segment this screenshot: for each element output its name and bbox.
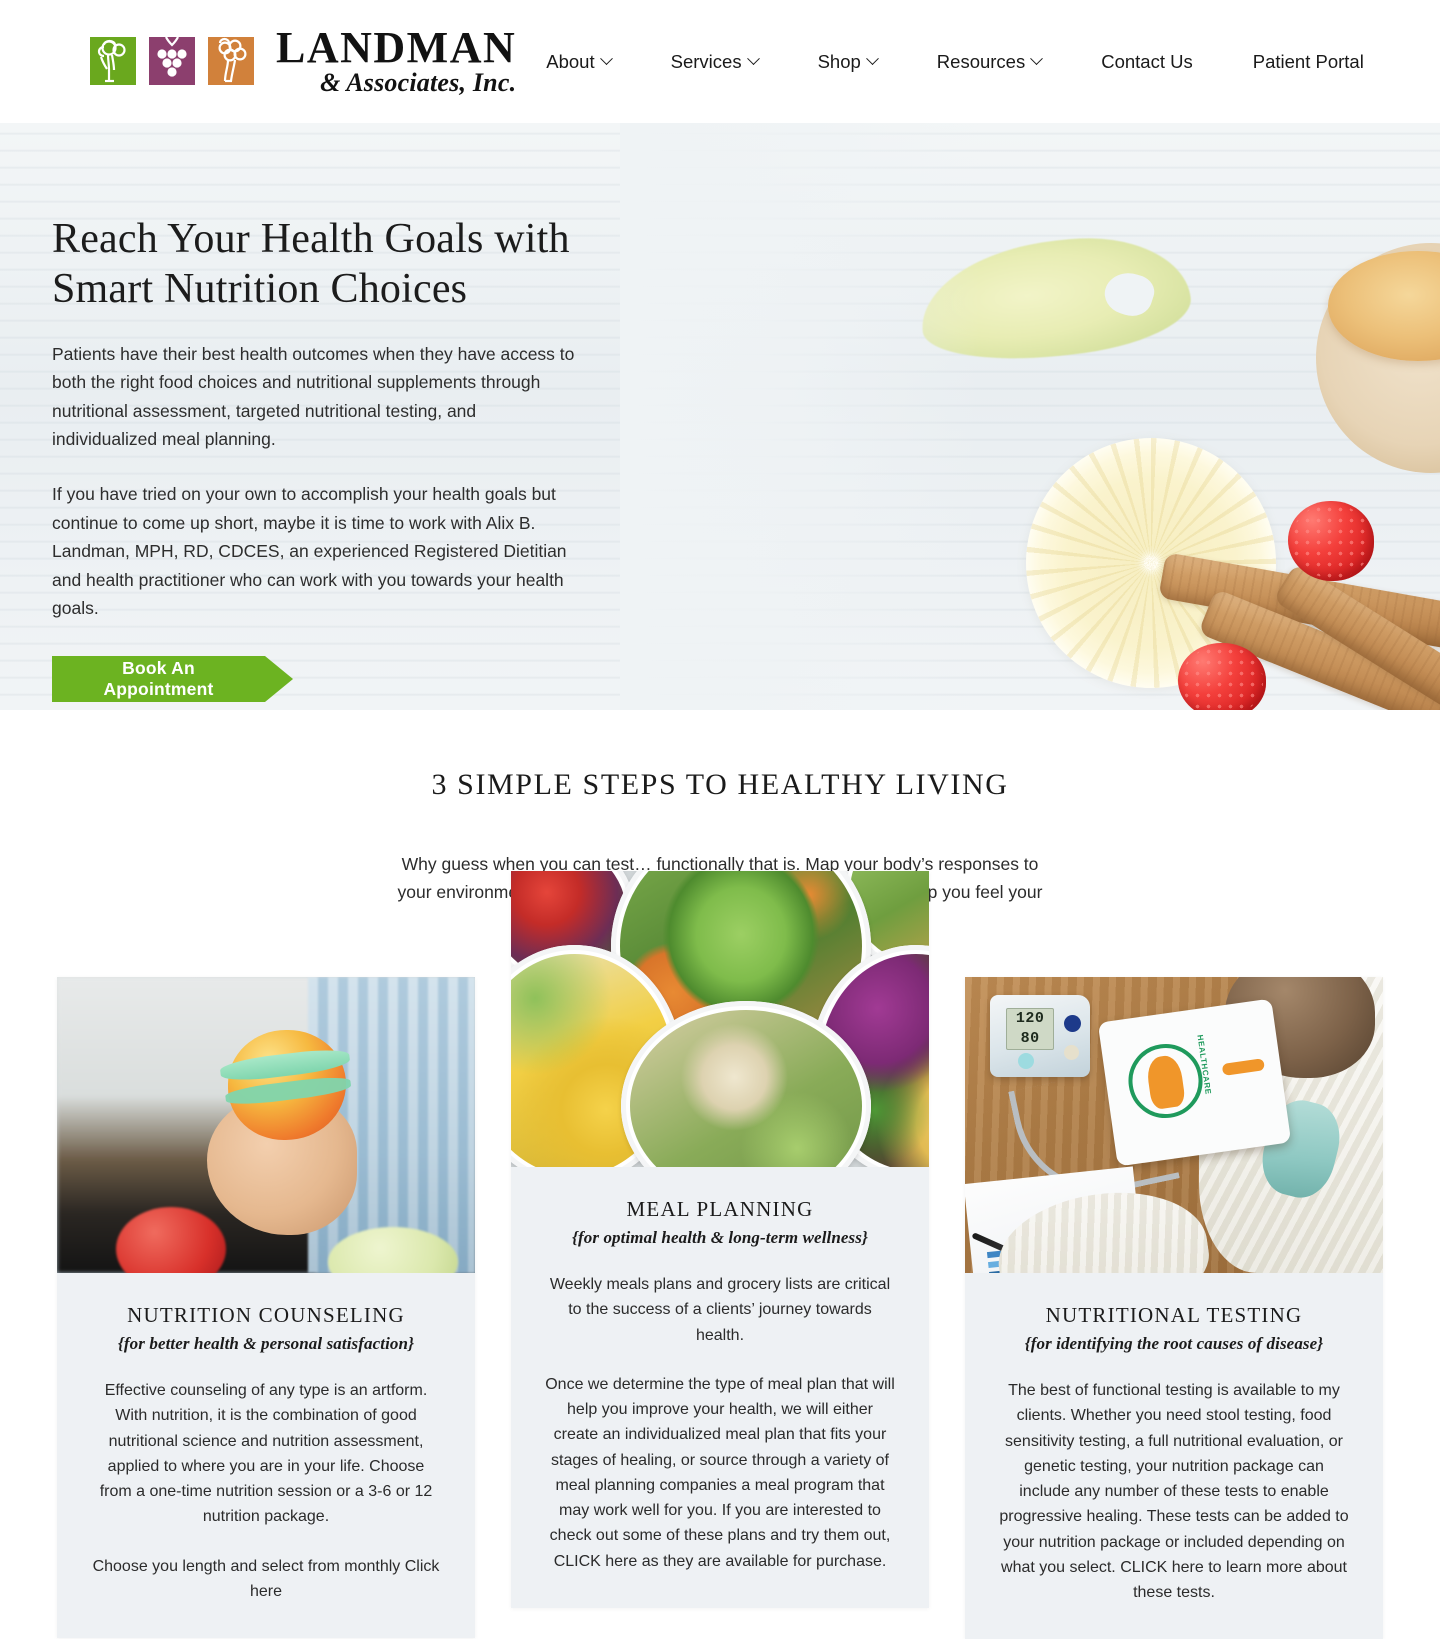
card1-image [57, 977, 475, 1274]
nav-label-services: Services [670, 50, 742, 72]
card-meal-planning[interactable]: MEAL PLANNING {for optimal health & long… [511, 871, 929, 1608]
hero-paragraph-1: Patients have their best health outcomes… [52, 344, 575, 450]
hand-tile-icon [206, 33, 256, 89]
card1-title: NUTRITION COUNSELING [127, 1303, 405, 1328]
cta-wrapper: Book An Appointment [52, 656, 293, 703]
chevron-down-icon [865, 52, 879, 66]
hero-section: Reach Your Health Goals with Smart Nutri… [0, 123, 1440, 710]
logo-marks [88, 33, 256, 89]
card2-image [511, 871, 929, 1168]
raspberry-shape [1178, 643, 1266, 710]
chevron-down-icon [746, 52, 760, 66]
card1-paragraph-2: Choose you length and select from monthl… [92, 1557, 440, 1600]
nav-label-shop: Shop [817, 50, 861, 72]
bp-button-icon [1064, 1014, 1082, 1032]
hero-content: Reach Your Health Goals with Smart Nutri… [0, 123, 620, 703]
steps-cards: NUTRITION COUNSELING {for better health … [0, 871, 1440, 1639]
tablet-device-shape: HEALTHCARE [1097, 998, 1292, 1167]
bp-button-icon [1018, 1052, 1035, 1069]
arrow-right-icon [265, 656, 293, 703]
nav-label-resources: Resources [936, 50, 1026, 72]
card1-body: NUTRITION COUNSELING {for better health … [57, 1273, 475, 1638]
book-appointment-button[interactable]: Book An Appointment [52, 656, 265, 703]
nav-item-shop[interactable]: Shop [788, 51, 907, 73]
card1-paragraph-1: Effective counseling of any type is an a… [99, 1382, 433, 1526]
chevron-down-icon [599, 52, 613, 66]
bp-systolic: 120 [1015, 1009, 1045, 1027]
nav-item-resources[interactable]: Resources [907, 51, 1071, 73]
nav-item-services[interactable]: Services [641, 51, 788, 73]
broccoli-tile-icon [88, 33, 138, 89]
nav-label-contact-us: Contact Us [1101, 50, 1193, 72]
card3-body: NUTRITIONAL TESTING {for identifying the… [965, 1273, 1383, 1639]
pill-icon [1221, 1057, 1266, 1076]
nav-label-about: About [546, 50, 595, 72]
hero-paragraph-2: If you have tried on your own to accompl… [52, 484, 567, 618]
card1-subtitle: {for better health & personal satisfacti… [117, 1334, 415, 1354]
card3-title: NUTRITIONAL TESTING [1045, 1303, 1303, 1328]
card2-title: MEAL PLANNING [626, 1197, 814, 1222]
bp-lcd-display: 120 80 [1006, 1007, 1055, 1050]
brand-text: LANDMAN & Associates, Inc. [276, 23, 517, 98]
hero-title: Reach Your Health Goals with Smart Nutri… [52, 216, 570, 312]
card3-image: 120 80 HEALTHCARE [965, 977, 1383, 1274]
nav-item-patient-portal[interactable]: Patient Portal [1223, 51, 1394, 73]
nav-label-patient-portal: Patient Portal [1252, 50, 1364, 72]
brand-tagline: & Associates, Inc. [320, 68, 517, 98]
nav-item-about[interactable]: About [516, 51, 640, 73]
steps-title: 3 SIMPLE STEPS TO HEALTHY LIVING [431, 768, 1009, 801]
main-navigation: About Services Shop Resources Contact Us… [516, 51, 1440, 73]
bp-button-icon [1064, 1044, 1080, 1060]
card3-subtitle: {for identifying the root causes of dise… [1024, 1334, 1324, 1354]
card2-paragraph-1: Weekly meals plans and grocery lists are… [549, 1276, 891, 1344]
card2-subtitle: {for optimal health & long-term wellness… [572, 1228, 868, 1248]
card-nutritional-testing[interactable]: 120 80 HEALTHCARE NUTRITIONAL TESTING {f… [965, 977, 1383, 1639]
blood-pressure-monitor-shape: 120 80 [990, 994, 1091, 1077]
steps-section: 3 SIMPLE STEPS TO HEALTHY LIVING Why gue… [0, 710, 1440, 1639]
card2-body: MEAL PLANNING {for optimal health & long… [511, 1167, 929, 1608]
card-nutrition-counseling[interactable]: NUTRITION COUNSELING {for better health … [57, 977, 475, 1639]
nav-item-contact-us[interactable]: Contact Us [1071, 51, 1223, 73]
raspberry-shape [1288, 501, 1374, 581]
chevron-down-icon [1030, 52, 1044, 66]
bp-diastolic: 80 [1020, 1029, 1040, 1047]
card3-paragraph-1: The best of functional testing is availa… [999, 1382, 1349, 1602]
grapes-tile-icon [147, 33, 197, 89]
site-header: LANDMAN & Associates, Inc. About Service… [0, 0, 1440, 123]
brand-logo[interactable]: LANDMAN & Associates, Inc. [88, 23, 517, 98]
brand-name: LANDMAN [276, 23, 517, 73]
card2-paragraph-2: Once we determine the type of meal plan … [545, 1375, 895, 1570]
hero-gradient-overlay [620, 123, 980, 710]
